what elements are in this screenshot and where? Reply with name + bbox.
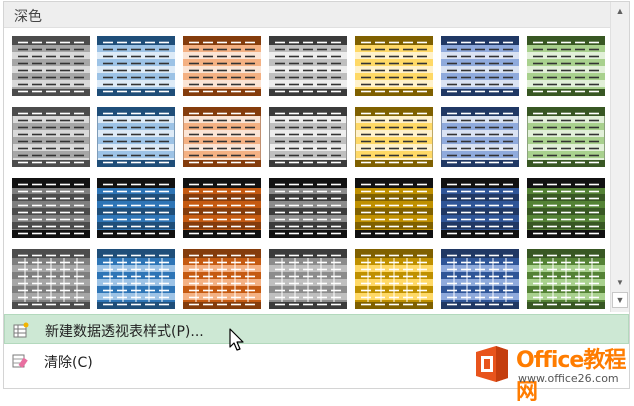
new-pivot-style-label: 新建数据透视表样式(P)... (45, 324, 204, 340)
scroll-down-arrow-icon[interactable]: ▼ (612, 276, 628, 290)
style-gray-4[interactable] (12, 249, 90, 309)
style-gray-2[interactable] (12, 107, 90, 167)
clear-label: 清除(C) (44, 355, 93, 371)
style-gold-4[interactable] (355, 249, 433, 309)
watermark: Office教程网 www.office26.com (466, 338, 634, 405)
office-logo-icon (476, 346, 508, 382)
style-grid (4, 28, 610, 310)
new-pivot-style-icon (13, 322, 29, 338)
style-blue-4[interactable] (97, 249, 175, 309)
style-gold-3[interactable] (355, 178, 433, 238)
scrollbar[interactable]: ▲ ▼ ▼ (610, 2, 629, 312)
style-navy-4[interactable] (441, 249, 519, 309)
style-gray-3[interactable] (12, 178, 90, 238)
style-gold-1[interactable] (355, 36, 433, 96)
style-blue-3[interactable] (97, 178, 175, 238)
style-green-3[interactable] (527, 178, 605, 238)
mouse-pointer-icon (229, 328, 244, 351)
style-green-4[interactable] (527, 249, 605, 309)
pivot-style-gallery: 深色 ▲ ▼ ▼ 新建数据透视表样式(P)... 清除(C) (3, 1, 630, 389)
section-header: 深色 (4, 2, 610, 28)
style-orange-2[interactable] (183, 107, 261, 167)
style-navy-3[interactable] (441, 178, 519, 238)
style-blue-1[interactable] (97, 36, 175, 96)
style-silver-4[interactable] (269, 249, 347, 309)
style-silver-1[interactable] (269, 36, 347, 96)
style-navy-1[interactable] (441, 36, 519, 96)
style-gray-1[interactable] (12, 36, 90, 96)
scroll-up-icon[interactable]: ▲ (612, 4, 628, 18)
style-silver-2[interactable] (269, 107, 347, 167)
style-green-2[interactable] (527, 107, 605, 167)
style-navy-2[interactable] (441, 107, 519, 167)
clear-icon (12, 354, 28, 368)
style-silver-3[interactable] (269, 178, 347, 238)
style-blue-2[interactable] (97, 107, 175, 167)
style-orange-4[interactable] (183, 249, 261, 309)
style-orange-1[interactable] (183, 36, 261, 96)
style-gold-2[interactable] (355, 107, 433, 167)
section-title: 深色 (14, 9, 42, 25)
style-orange-3[interactable] (183, 178, 261, 238)
style-green-1[interactable] (527, 36, 605, 96)
more-styles-icon[interactable]: ▼ (612, 292, 628, 308)
watermark-url: www.office26.com (518, 372, 619, 385)
